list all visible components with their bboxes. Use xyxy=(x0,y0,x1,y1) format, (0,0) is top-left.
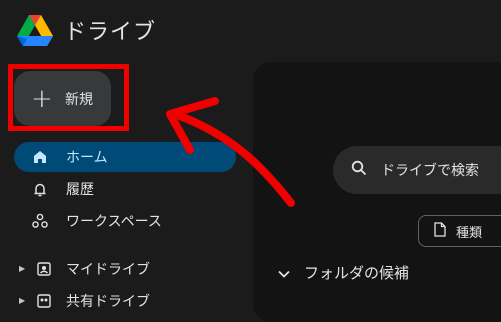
plus-icon: + xyxy=(31,83,53,114)
type-filter-chip[interactable]: 種類 xyxy=(418,215,501,247)
sidebar-item-label: ワークスペース xyxy=(66,214,162,230)
bell-icon xyxy=(32,181,48,197)
search-input[interactable]: ドライブで検索 xyxy=(381,160,479,180)
chevron-down-icon xyxy=(278,264,290,282)
sidebar-item-my-drive[interactable]: マイドライブ xyxy=(14,254,236,284)
new-button[interactable]: + 新規 xyxy=(14,71,111,126)
sidebar-item-label: 履歴 xyxy=(66,182,94,198)
workspaces-icon xyxy=(32,213,48,229)
sidebar-item-label: マイドライブ xyxy=(66,262,150,278)
type-filter-label: 種類 xyxy=(456,225,483,241)
app-title: ドライブ xyxy=(64,20,157,45)
google-drive-logo-icon[interactable] xyxy=(16,13,54,47)
document-icon xyxy=(434,221,446,241)
search-icon xyxy=(351,160,367,180)
suggested-folders-header[interactable]: フォルダの候補 xyxy=(278,262,409,283)
home-icon xyxy=(32,149,48,165)
search-bar[interactable]: ドライブで検索 xyxy=(333,146,501,194)
shared-drives-icon xyxy=(36,293,52,309)
sidebar-item-history[interactable]: 履歴 xyxy=(14,174,236,204)
sidebar-item-shared-drives[interactable]: 共有ドライブ xyxy=(14,286,236,316)
my-drive-icon xyxy=(36,261,52,277)
sidebar-item-workspaces[interactable]: ワークスペース xyxy=(14,206,236,236)
new-button-label: 新規 xyxy=(65,91,93,108)
sidebar-item-label: 共有ドライブ xyxy=(66,294,150,310)
sidebar-item-label: ホーム xyxy=(66,150,108,166)
sidebar-item-home[interactable]: ホーム xyxy=(14,142,236,172)
suggested-folders-label: フォルダの候補 xyxy=(304,264,410,282)
